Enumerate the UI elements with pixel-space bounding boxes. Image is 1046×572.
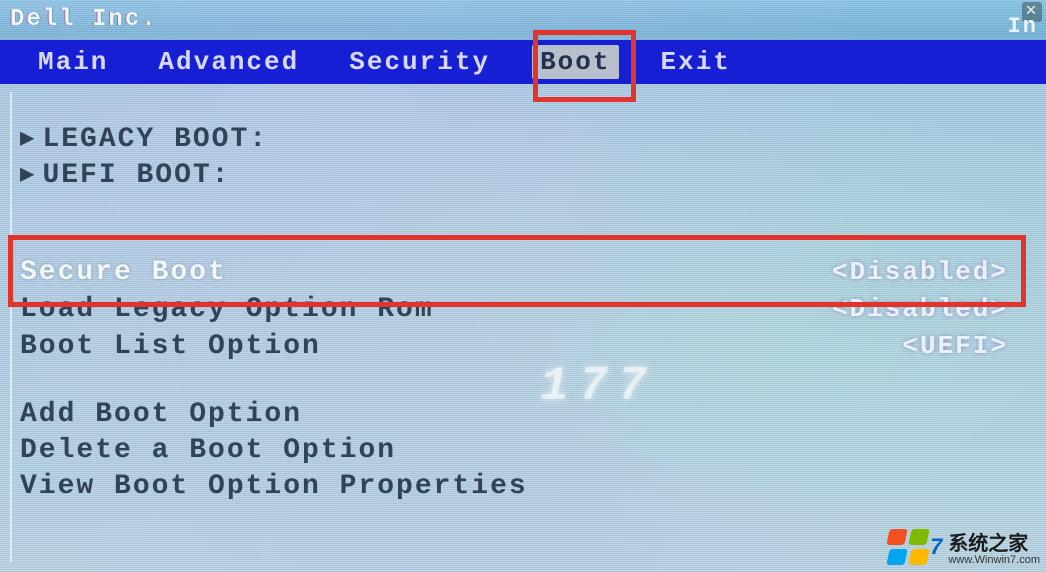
option-load-legacy-oprom[interactable]: Load Legacy Option Rom <Disabled> [20, 291, 1036, 328]
option-label: Boot List Option [20, 329, 321, 365]
uefi-boot-header[interactable]: ▶UEFI BOOT: [20, 158, 1036, 194]
option-value[interactable]: <Disabled> [832, 291, 1008, 327]
menu-security[interactable]: Security [341, 45, 498, 79]
option-label: Load Legacy Option Rom [20, 292, 434, 328]
chevron-right-icon: ▶ [20, 158, 36, 194]
menu-main[interactable]: Main [30, 45, 116, 79]
legacy-boot-label: LEGACY BOOT: [42, 124, 268, 155]
action-view-boot-option-properties[interactable]: View Boot Option Properties [20, 469, 1036, 505]
windows-logo-icon [888, 529, 928, 565]
option-value[interactable]: <Disabled> [832, 254, 1008, 290]
menu-bar: Main Advanced Security Boot Exit [0, 40, 1046, 84]
action-label: Add Boot Option [20, 397, 302, 433]
menu-exit[interactable]: Exit [653, 45, 739, 79]
watermark-seven: 7 [930, 534, 942, 560]
legacy-boot-header[interactable]: ▶LEGACY BOOT: [20, 122, 1036, 158]
top-right-text: In [1008, 14, 1038, 39]
boot-panel: ▶LEGACY BOOT: ▶UEFI BOOT: Secure Boot <D… [10, 92, 1036, 562]
option-secure-boot[interactable]: Secure Boot <Disabled> [20, 254, 1036, 291]
option-boot-list[interactable]: Boot List Option <UEFI> [20, 328, 1036, 365]
option-label: Secure Boot [20, 255, 227, 291]
action-delete-boot-option[interactable]: Delete a Boot Option [20, 433, 1036, 469]
menu-advanced[interactable]: Advanced [150, 45, 307, 79]
bios-screen: ✕ Dell Inc. In Main Advanced Security Bo… [0, 0, 1046, 572]
uefi-boot-label: UEFI BOOT: [42, 160, 230, 191]
option-value[interactable]: <UEFI> [902, 328, 1008, 364]
vendor-label: Dell Inc. [10, 6, 158, 33]
action-add-boot-option[interactable]: Add Boot Option [20, 397, 1036, 433]
action-label: View Boot Option Properties [20, 469, 528, 505]
menu-boot[interactable]: Boot [532, 45, 618, 79]
watermark-brand: 系统之家 [948, 533, 1028, 555]
watermark-url: www.Winwin7.com [948, 554, 1040, 566]
watermark: 7 系统之家 www.Winwin7.com [888, 527, 1040, 566]
action-label: Delete a Boot Option [20, 433, 396, 469]
chevron-right-icon: ▶ [20, 122, 36, 158]
